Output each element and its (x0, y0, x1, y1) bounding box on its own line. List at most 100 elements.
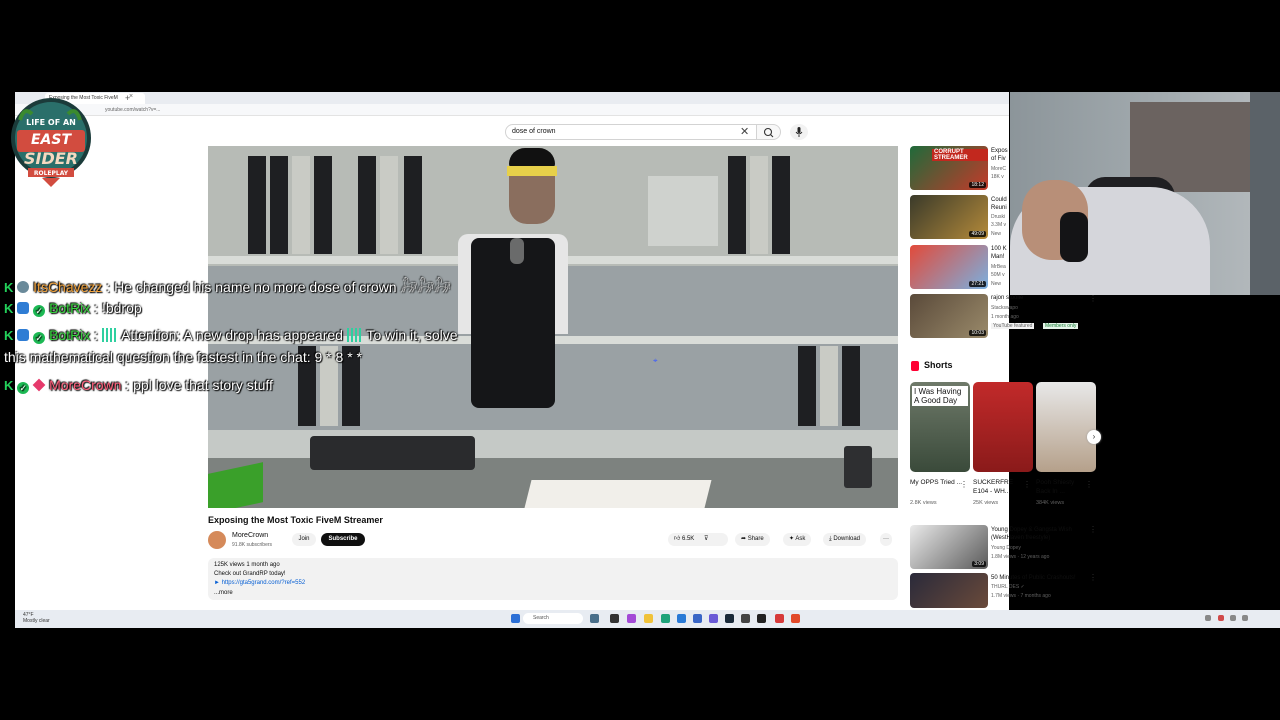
more-options-icon[interactable]: ⋮ (1089, 573, 1097, 582)
user-badge-icon (17, 281, 30, 293)
subscriber-count: 91.8K subscribers (232, 542, 273, 548)
more-options-icon[interactable]: ⋮ (1085, 480, 1093, 489)
channel-avatar[interactable] (208, 531, 226, 549)
voice-search-button[interactable] (790, 124, 808, 140)
share-button[interactable]: ➦ Share (735, 533, 770, 546)
recommendation-title[interactable]: Expos (991, 148, 1008, 154)
search-input[interactable]: dose of crown (505, 124, 757, 140)
video-duration: 3:09 (972, 561, 986, 567)
short-thumbnail[interactable]: I Was Having A Good Day (910, 382, 970, 472)
headphones-icon (1060, 212, 1088, 262)
recommendation-title[interactable]: Reuni (991, 205, 1007, 211)
recommendation-title[interactable]: Man! (991, 254, 1004, 260)
kick-badge-icon: K (4, 328, 14, 343)
chat-text: this mathematical question the fastest i… (4, 349, 362, 365)
featured-badge: YouTube featured (991, 323, 1035, 329)
taskbar-app-icon[interactable] (590, 614, 599, 623)
video-binder (314, 156, 332, 254)
recommendation-channel[interactable]: MoreC (991, 166, 1006, 172)
edge-icon[interactable] (661, 614, 670, 623)
start-menu-icon[interactable] (511, 614, 520, 623)
join-button[interactable]: Join (292, 533, 316, 546)
recommendation-channel[interactable]: Young Dopey (991, 545, 1021, 551)
weather-widget[interactable]: 47°F Mostly clear (23, 612, 50, 624)
taskbar-app-icon[interactable] (693, 614, 702, 623)
life-of-an-east-sider-logo: LIFE OF AN EAST SIDER ROLEPLAY (11, 98, 91, 187)
address-bar[interactable]: youtube.com/watch?v=... (15, 104, 1009, 116)
chevron-right-icon[interactable]: › (1087, 430, 1101, 444)
chrome-icon[interactable] (775, 614, 784, 623)
more-options-icon[interactable]: ⋮ (1089, 525, 1097, 534)
chat-text: !bdrop (101, 300, 142, 316)
like-button[interactable]: 👍︎ 6.5K (674, 536, 694, 542)
verified-badge-icon: ✓ (33, 332, 46, 344)
new-tab-icon[interactable]: + (125, 93, 130, 103)
show-more-link[interactable]: ...more (214, 590, 233, 596)
search-button[interactable] (757, 124, 781, 140)
new-badge: New (991, 281, 1002, 287)
recommendation-thumbnail[interactable]: 27:21 (910, 245, 988, 289)
short-title[interactable]: SUCKERFRE E104 - WH... (973, 478, 1025, 496)
recommendation-channel[interactable]: Stackswapo (991, 305, 1018, 311)
recommendation-channel[interactable]: THURL DES ✓ (991, 584, 1025, 590)
recommendation-thumbnail[interactable] (910, 573, 988, 608)
clear-search-icon[interactable]: ✕ (740, 125, 749, 138)
taskbar-app-icon[interactable] (677, 614, 686, 623)
dislike-button[interactable]: ⊽ (704, 536, 708, 542)
tray-chevron-icon[interactable] (1205, 615, 1211, 621)
short-title[interactable]: Pooh Shiesty Back In ... (1036, 478, 1088, 496)
taskbar-app-icon[interactable] (791, 614, 800, 623)
taskbar-search[interactable]: Search (523, 613, 583, 624)
more-options-icon[interactable]: ⋮ (960, 480, 968, 489)
like-count: 6.5K (681, 536, 695, 542)
recommendation-title[interactable]: 50 Minutes of Public Crashouts! (991, 575, 1076, 581)
description-link[interactable]: ► https://gta5grand.com/?ref=552 (214, 580, 305, 586)
file-explorer-icon[interactable] (644, 614, 653, 623)
recommendation-meta: 1 month ago (991, 314, 1019, 320)
recommendation-title[interactable]: rajon stoolie (991, 295, 1023, 301)
more-options-icon[interactable]: ⋮ (1089, 294, 1097, 303)
more-options-icon[interactable]: ⋮ (1023, 480, 1031, 489)
subscribe-button[interactable]: Subscribe (321, 533, 365, 546)
short-title[interactable]: My OPPS Tried ... (910, 478, 962, 487)
channel-name[interactable]: MoreCrown (232, 532, 268, 539)
recommendation-meta: 18K v (991, 174, 1004, 180)
svg-text:EAST: EAST (31, 132, 72, 148)
steam-icon[interactable] (725, 614, 734, 623)
tray-app-icon[interactable] (1218, 615, 1224, 621)
recommendation-title[interactable]: Could (991, 197, 1007, 203)
recommendation-thumbnail[interactable]: 10:03 (910, 294, 988, 338)
chat-username: BotRix (49, 300, 91, 316)
obs-icon[interactable] (741, 614, 750, 623)
emote-icon (101, 328, 118, 342)
chat-separator: : (90, 300, 102, 316)
recommendation-thumbnail[interactable]: 49:09 (910, 195, 988, 239)
more-actions-button[interactable]: ··· (880, 533, 892, 546)
short-thumbnail[interactable] (1036, 382, 1096, 472)
verified-badge-icon: ✓ (17, 382, 30, 394)
ask-button[interactable]: ✦ Ask (783, 533, 812, 546)
shorts-icon (911, 361, 919, 371)
video-binder (292, 156, 310, 254)
network-icon[interactable] (1242, 615, 1248, 621)
chat-separator: : (90, 327, 102, 343)
recommendation-channel[interactable]: MrBea (991, 264, 1006, 270)
recommendation-title[interactable]: 100 K (991, 246, 1007, 252)
description-text: Check out GrandRP today! (214, 571, 286, 577)
recommendation-title[interactable]: Young Dopey & Gangsta Wish (WestHaven fr… (991, 526, 1083, 542)
task-view-icon[interactable] (610, 614, 619, 623)
tray-app-icon[interactable] (1230, 615, 1236, 621)
taskbar-app-icon[interactable] (757, 614, 766, 623)
view-stats: 125K views 1 month ago (214, 562, 280, 568)
recommendation-channel[interactable]: Druski (991, 214, 1005, 220)
video-duration: 18:12 (969, 182, 986, 188)
taskbar-app-icon[interactable] (627, 614, 636, 623)
video-binder (404, 156, 422, 254)
short-thumbnail[interactable] (973, 382, 1033, 472)
download-button[interactable]: ⤓ Download (823, 533, 867, 546)
recommendation-thumbnail[interactable]: 3:09 (910, 525, 988, 569)
recommendation-title[interactable]: of Fiv (991, 156, 1006, 162)
description-box[interactable] (208, 558, 898, 600)
recommendation-thumbnail[interactable]: CORRUPT STREAMER 18:12 (910, 146, 988, 190)
discord-icon[interactable] (709, 614, 718, 623)
